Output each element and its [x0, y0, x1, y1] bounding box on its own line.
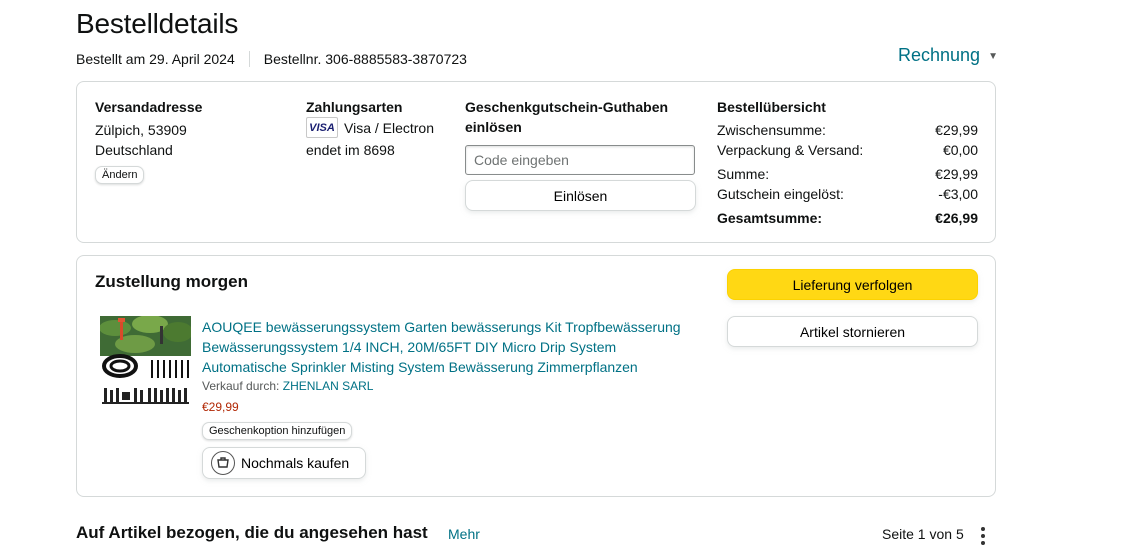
buy-again-icon	[211, 451, 235, 475]
page-indicator: Seite 1 von 5	[882, 526, 964, 542]
gift-card-title-line1: Geschenkgutschein-Guthaben	[465, 99, 669, 115]
seller-info: Verkauf durch: ZHENLAN SARL	[202, 379, 373, 393]
seller-link[interactable]: ZHENLAN SARL	[283, 379, 374, 393]
summary-row-sum: Summe: €29,99	[717, 164, 978, 184]
summary-label: Gesamtsumme:	[717, 210, 823, 226]
summary-value: -€3,00	[938, 186, 978, 202]
delivery-title: Zustellung morgen	[95, 272, 248, 291]
reorder-cart-icon	[217, 457, 229, 468]
invoice-label: Rechnung	[898, 45, 981, 65]
gift-card-title: Geschenkgutschein-Guthaben einlösen	[465, 97, 668, 137]
payment-method: VISA Visa / Electron	[306, 117, 434, 138]
shipping-line1: Zülpich, 53909	[95, 122, 187, 138]
order-summary-card: Versandadresse Zülpich, 53909 Deutschlan…	[76, 81, 996, 243]
summary-row-voucher: Gutschein eingelöst: -€3,00	[717, 184, 978, 204]
redeem-button[interactable]: Einlösen	[465, 180, 696, 211]
product-image[interactable]	[100, 316, 191, 408]
shipping-title: Versandadresse	[95, 99, 203, 115]
related-section-title: Auf Artikel bezogen, die du angesehen ha…	[76, 523, 428, 542]
related-more-link[interactable]: Mehr	[448, 526, 480, 542]
shipping-line2: Deutschland	[95, 142, 173, 158]
page-title: Bestelldetails	[76, 8, 239, 39]
summary-row-total: Gesamtsumme: €26,99	[717, 208, 978, 228]
add-gift-option-button[interactable]: Geschenkoption hinzufügen	[202, 422, 353, 440]
delivery-card: Zustellung morgen Lieferung verfolgen Ar…	[76, 255, 996, 497]
summary-row-subtotal: Zwischensumme: €29,99	[717, 120, 978, 140]
order-number: Bestellnr. 306-8885583-3870723	[263, 51, 467, 67]
more-options-icon[interactable]	[979, 527, 987, 545]
divider	[248, 51, 250, 67]
summary-row-shipping: Verpackung & Versand: €0,00	[717, 140, 978, 160]
summary-value: €29,99	[935, 122, 978, 138]
invoice-dropdown[interactable]: Rechnung ▼	[898, 45, 998, 66]
summary-value: €29,99	[935, 166, 978, 182]
summary-label: Summe:	[717, 166, 770, 182]
drip-irrigation-kit-icon	[100, 316, 191, 404]
card-ending: endet im 8698	[306, 142, 395, 158]
chevron-down-icon: ▼	[988, 51, 998, 62]
gift-card-title-line2: einlösen	[465, 119, 522, 135]
summary-value: €26,99	[935, 210, 978, 226]
card-name: Visa / Electron	[344, 119, 435, 136]
order-date: Bestellt am 29. April 2024	[76, 51, 235, 67]
track-package-button[interactable]: Lieferung verfolgen	[727, 269, 978, 300]
buy-again-button[interactable]: Nochmals kaufen	[202, 447, 366, 479]
product-price: €29,99	[202, 400, 239, 414]
gift-code-input[interactable]	[465, 145, 695, 175]
visa-card-icon: VISA	[306, 117, 338, 138]
summary-label: Gutschein eingelöst:	[717, 186, 844, 202]
summary-label: Zwischensumme:	[717, 122, 826, 138]
product-title-link[interactable]: AOUQEE bewässerungssystem Garten bewässe…	[202, 317, 702, 377]
order-summary-title: Bestellübersicht	[717, 99, 826, 115]
buy-again-label: Nochmals kaufen	[241, 455, 350, 471]
cancel-item-button[interactable]: Artikel stornieren	[727, 316, 978, 347]
summary-label: Verpackung & Versand:	[717, 142, 864, 158]
seller-prefix: Verkauf durch:	[202, 379, 280, 393]
payment-title: Zahlungsarten	[306, 99, 403, 115]
change-address-button[interactable]: Ändern	[95, 166, 145, 184]
summary-value: €0,00	[942, 142, 978, 158]
order-meta: Bestellt am 29. April 2024 Bestellnr. 30…	[76, 51, 467, 67]
